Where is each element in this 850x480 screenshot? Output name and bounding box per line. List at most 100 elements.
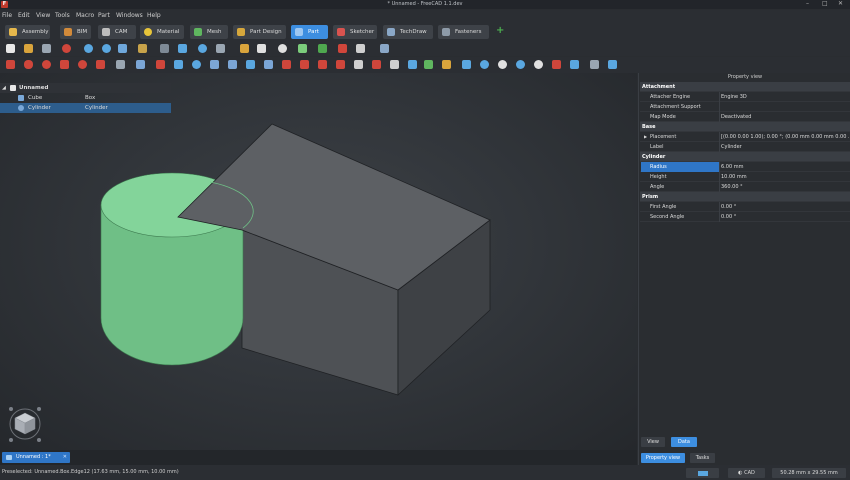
property-row[interactable]: Angle 360.00 ° (640, 182, 850, 192)
redo-icon[interactable] (257, 44, 266, 53)
box-selection-icon[interactable] (178, 44, 187, 53)
tree-item-cube[interactable]: Cube Box (0, 93, 171, 103)
boolean-icon[interactable] (480, 60, 489, 69)
property-row[interactable]: Label Cylinder (640, 142, 850, 152)
split-icon[interactable] (570, 60, 579, 69)
minimize-button[interactable]: – (806, 0, 809, 7)
close-tab-icon[interactable]: ✕ (63, 452, 67, 463)
make-face-icon[interactable] (246, 60, 255, 69)
draw-style-icon[interactable] (138, 44, 147, 53)
refresh-icon[interactable] (278, 44, 287, 53)
shape-builder-icon[interactable] (136, 60, 145, 69)
property-row[interactable]: First Angle 0.00 ° (640, 202, 850, 212)
workbench-mesh[interactable]: Mesh (190, 25, 228, 39)
tab-view[interactable]: View (641, 437, 665, 447)
isometric-view-icon[interactable] (118, 44, 127, 53)
workbench-fasteners[interactable]: Fasteners (438, 25, 489, 39)
section-icon[interactable] (318, 60, 327, 69)
zoom-box-icon[interactable] (198, 44, 207, 53)
property-row[interactable]: ▶ Placement [(0.00 0.00 1.00); 0.00 °; (0.… (640, 132, 850, 142)
menu-macro[interactable]: Macro (76, 12, 94, 19)
part-torus-icon[interactable] (78, 60, 87, 69)
new-document-icon[interactable] (6, 44, 15, 53)
group-header-prism[interactable]: Prism (640, 192, 850, 202)
workbench-material[interactable]: Material (140, 25, 184, 39)
workbench-assembly[interactable]: Assembly (5, 25, 50, 39)
document-tab-unnamed[interactable]: Unnamed : 1* ✕ (2, 452, 70, 463)
fit-all-icon[interactable] (84, 44, 93, 53)
property-row[interactable]: Map Mode Deactivated (640, 112, 850, 122)
menu-edit[interactable]: Edit (18, 12, 30, 19)
group-header-attachment[interactable]: Attachment (640, 82, 850, 92)
workbench-cam[interactable]: CAM (98, 25, 136, 39)
undo-icon[interactable] (240, 44, 249, 53)
part-tube-icon[interactable] (96, 60, 105, 69)
property-row[interactable]: Height 10.00 mm (640, 172, 850, 182)
cross-sections-icon[interactable] (336, 60, 345, 69)
sweep-icon[interactable] (300, 60, 309, 69)
property-row[interactable]: Second Angle 0.00 ° (640, 212, 850, 222)
part-sphere-icon[interactable] (42, 60, 51, 69)
add-workbench-icon[interactable]: + (496, 25, 504, 36)
part-primitives-icon[interactable] (116, 60, 125, 69)
part-cone-icon[interactable] (60, 60, 69, 69)
fuse-icon[interactable] (516, 60, 525, 69)
extrude-icon[interactable] (156, 60, 165, 69)
measure-angular-icon[interactable] (608, 60, 617, 69)
maximize-button[interactable]: □ (822, 0, 828, 7)
part-box-icon[interactable] (6, 60, 15, 69)
std-view-menu-icon[interactable] (160, 44, 169, 53)
3d-viewport[interactable]: ◢ Unnamed Cube Box Cylinder Cylinder (0, 73, 637, 450)
part-cylinder-icon[interactable] (24, 60, 33, 69)
property-row[interactable]: Attacher Engine Engine 3D (640, 92, 850, 102)
ruled-surface-icon[interactable] (264, 60, 273, 69)
measure-icon[interactable] (216, 44, 225, 53)
chamfer-icon[interactable] (228, 60, 237, 69)
menu-view[interactable]: View (36, 12, 50, 19)
collapse-arrow-icon[interactable]: ◢ (2, 83, 6, 93)
group-header-cylinder[interactable]: Cylinder (640, 152, 850, 162)
property-row[interactable]: Attachment Support (640, 102, 850, 112)
attachment-icon[interactable] (408, 60, 417, 69)
property-row-selected[interactable]: Radius 6.00 mm (640, 162, 850, 172)
navigation-cube[interactable] (6, 403, 44, 445)
thickness-icon[interactable] (372, 60, 381, 69)
revolve-icon[interactable] (174, 60, 183, 69)
menu-file[interactable]: File (2, 12, 12, 19)
loft-icon[interactable] (282, 60, 291, 69)
fillet-icon[interactable] (210, 60, 219, 69)
workbench-techdraw[interactable]: TechDraw (383, 25, 433, 39)
group-header-base[interactable]: Base (640, 122, 850, 132)
stop-macro-icon[interactable] (62, 44, 71, 53)
workbench-part[interactable]: Part (291, 25, 328, 39)
mirror-icon[interactable] (192, 60, 201, 69)
save-document-icon[interactable] (42, 44, 51, 53)
navigation-style-selector[interactable]: ◐ CAD (728, 468, 765, 478)
what-is-this-icon[interactable] (380, 44, 389, 53)
macro-stop-icon[interactable] (338, 44, 347, 53)
workbench-part-design[interactable]: Part Design (233, 25, 286, 39)
common-icon[interactable] (534, 60, 543, 69)
workbench-bim[interactable]: BIM (60, 25, 91, 39)
compound-icon[interactable] (462, 60, 471, 69)
expand-arrow-icon[interactable]: ▶ (644, 132, 647, 142)
color-per-face-icon[interactable] (424, 60, 433, 69)
measure-linear-icon[interactable] (590, 60, 599, 69)
menu-tools[interactable]: Tools (55, 12, 70, 19)
check-geometry-icon[interactable] (442, 60, 451, 69)
workbench-sketcher[interactable]: Sketcher (333, 25, 377, 39)
menu-windows[interactable]: Windows (116, 12, 143, 19)
fit-selection-icon[interactable] (102, 44, 111, 53)
join-features-icon[interactable] (552, 60, 561, 69)
macro-record-icon[interactable] (298, 44, 307, 53)
tree-item-cylinder[interactable]: Cylinder Cylinder (0, 103, 171, 113)
projection-icon[interactable] (390, 60, 399, 69)
tab-data[interactable]: Data (671, 437, 697, 447)
open-document-icon[interactable] (24, 44, 33, 53)
menu-part[interactable]: Part (98, 12, 110, 19)
tree-root-row[interactable]: ◢ Unnamed (0, 83, 171, 93)
cut-icon[interactable] (498, 60, 507, 69)
tab-tasks[interactable]: Tasks (690, 453, 715, 463)
close-window-button[interactable]: ✕ (838, 0, 843, 7)
python-console-icon[interactable] (356, 44, 365, 53)
